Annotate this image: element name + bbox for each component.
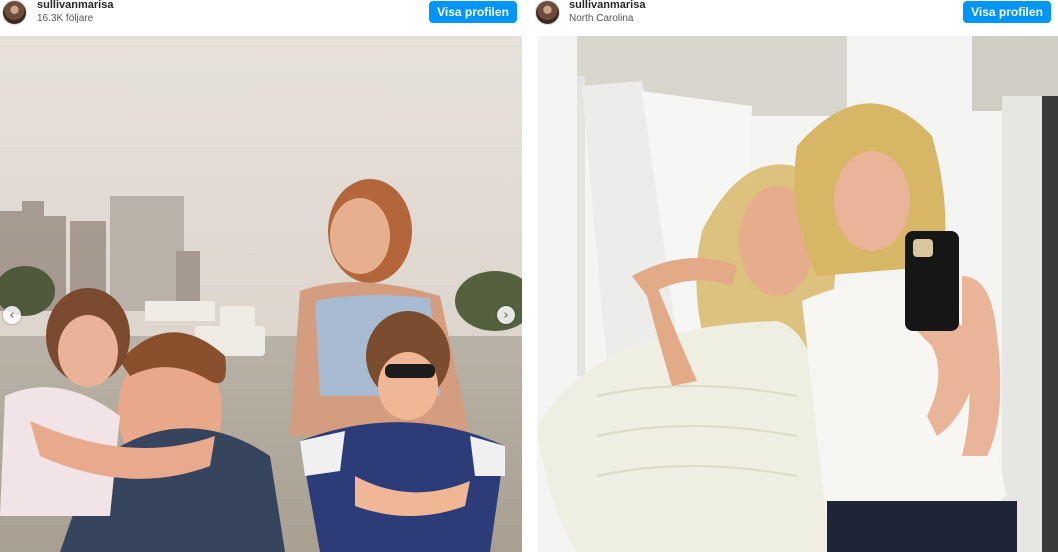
post-header: sullivanmarisa North Carolina Visa profi… [531,0,1058,34]
photo-illustration [537,36,1058,552]
view-profile-button[interactable]: Visa profilen [963,1,1051,23]
post-photo-vintage-family[interactable]: ‹ › [0,36,522,552]
username[interactable]: sullivanmarisa [37,0,113,11]
divider [522,0,531,552]
instagram-embed-left: sullivanmarisa 16.3K följare Visa profil… [0,0,522,552]
follower-count: 16.3K följare [37,13,94,24]
post-photo-mirror-selfie[interactable] [537,36,1058,552]
username[interactable]: sullivanmarisa [569,0,645,11]
profile-avatar[interactable] [535,0,560,25]
photo-illustration [0,36,522,552]
carousel-next-icon[interactable]: › [497,306,515,324]
post-header: sullivanmarisa 16.3K följare Visa profil… [0,0,522,34]
profile-avatar[interactable] [2,0,27,25]
carousel-prev-icon[interactable]: ‹ [3,306,21,324]
instagram-embed-right: sullivanmarisa North Carolina Visa profi… [531,0,1058,552]
location-label[interactable]: North Carolina [569,13,633,24]
view-profile-button[interactable]: Visa profilen [429,1,517,23]
